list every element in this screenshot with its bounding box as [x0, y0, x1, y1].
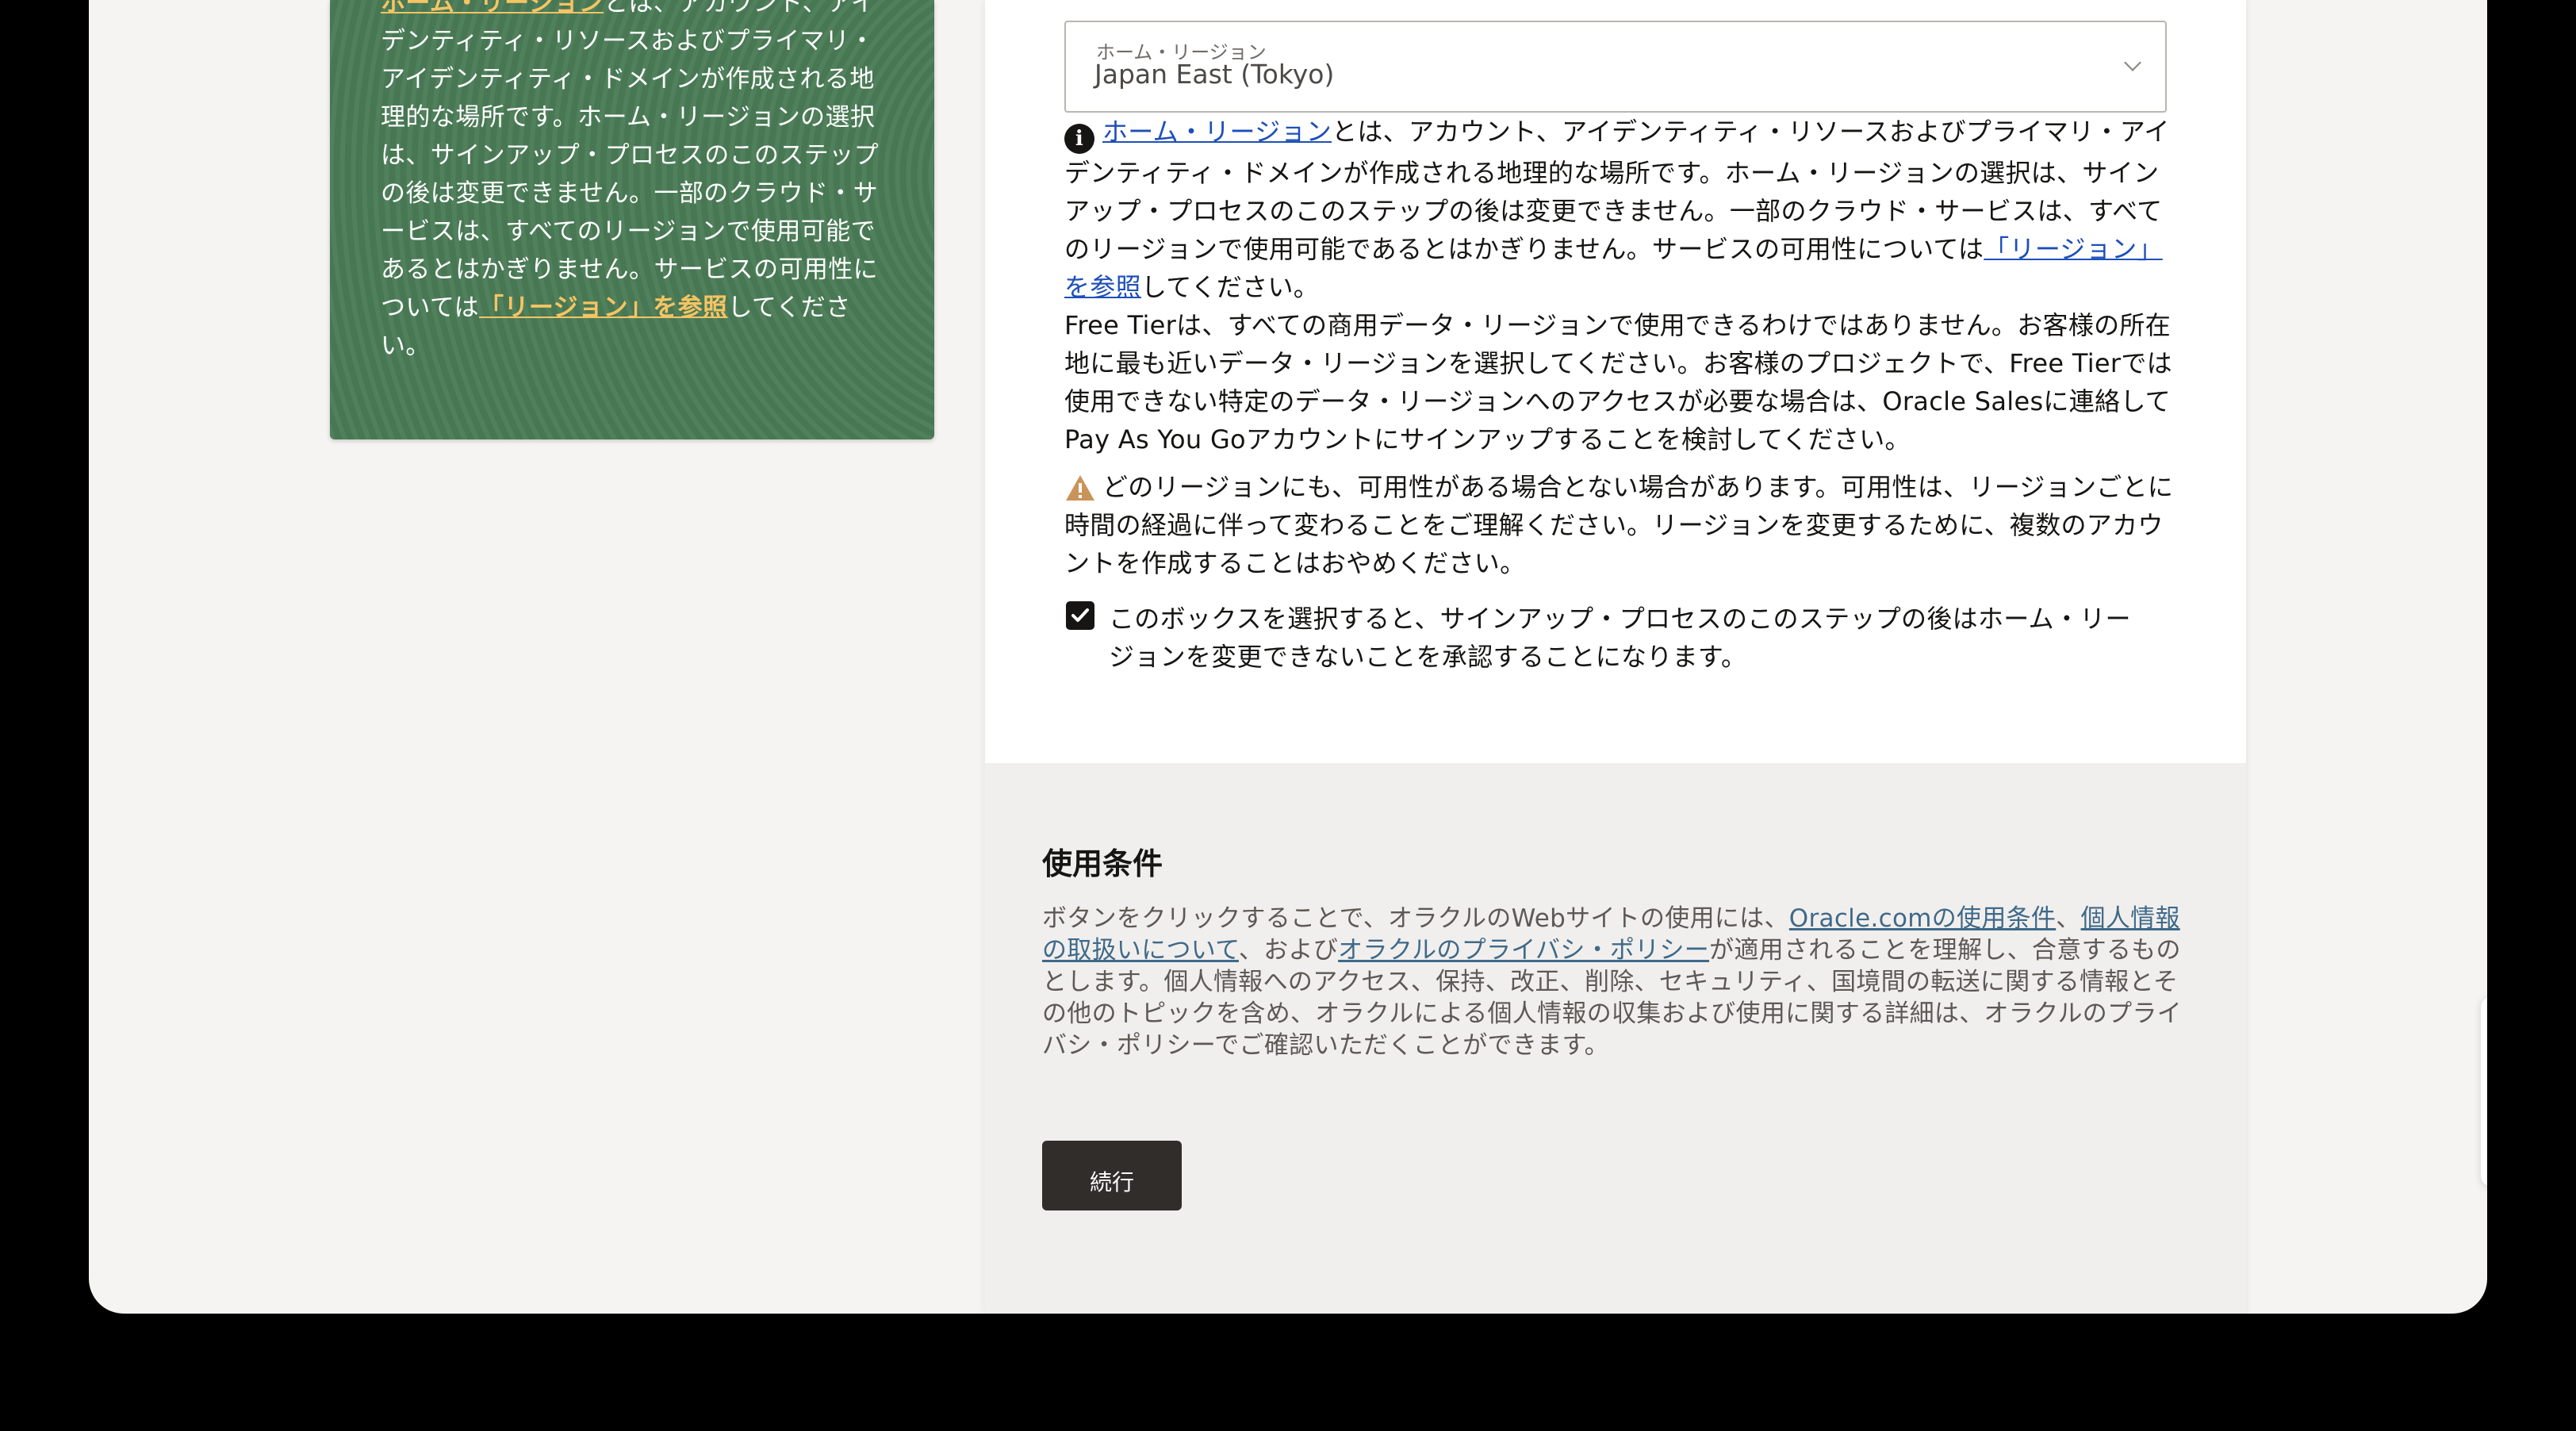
acknowledge-label: このボックスを選択すると、サインアップ・プロセスのこのステップの後はホーム・リー… — [1109, 604, 2131, 672]
free-tier-text: Free Tierは、すべての商用データ・リージョンで使用できるわけではありませ… — [1064, 310, 2172, 455]
info-text-end: してください。 — [1140, 272, 1320, 302]
panel-text: ホーム・リージョンとは、アカウント、アイデンティティ・リソースおよびプライマリ・… — [381, 0, 891, 365]
acknowledge-checkbox[interactable] — [1066, 601, 1094, 630]
privacy-policy-link[interactable]: オラクルのプライバシ・ポリシー — [1338, 936, 1709, 965]
panel-home-region-link[interactable]: ホーム・リージョン — [381, 0, 604, 17]
contact-widget — [2481, 996, 2487, 1187]
info-icon: i — [1064, 124, 1094, 154]
terms-sep-1: 、 — [2056, 904, 2081, 933]
region-warning: どのリージョンにも、可用性がある場合とない場合があります。可用性は、リージョンご… — [1064, 468, 2175, 582]
browser-window: ホーム・リージョンとは、アカウント、アイデンティティ・リソースおよびプライマリ・… — [89, 0, 2487, 1314]
home-region-info-panel: ホーム・リージョンとは、アカウント、アイデンティティ・リソースおよびプライマリ・… — [330, 0, 934, 439]
warning-icon — [1066, 475, 1094, 501]
checkmark-icon — [1071, 608, 1089, 622]
terms-of-use-link[interactable]: Oracle.comの使用条件 — [1789, 904, 2056, 933]
home-region-info: i ホーム・リージョンとは、アカウント、アイデンティティ・リソースおよびプライマリ… — [1064, 113, 2175, 458]
terms-text-start: ボタンをクリックすることで、オラクルのWebサイトの使用には、 — [1042, 904, 1789, 933]
terms-section: 使用条件 ボタンをクリックすることで、オラクルのWebサイトの使用には、Orac… — [985, 763, 2246, 1314]
home-region-select[interactable]: ホーム・リージョン Japan East (Tokyo) — [1064, 21, 2167, 113]
terms-title: 使用条件 — [1042, 846, 1163, 881]
continue-button[interactable]: 続行 — [1042, 1141, 1182, 1210]
info-home-region-link[interactable]: ホーム・リージョン — [1102, 117, 1332, 147]
warning-text: どのリージョンにも、可用性がある場合とない場合があります。可用性は、リージョンご… — [1064, 472, 2174, 578]
chevron-down-icon — [2124, 54, 2141, 71]
panel-text-body: とは、アカウント、アイデンティティ・リソースおよびプライマリ・アイデンティティ・… — [381, 0, 879, 322]
signup-card: ホーム・リージョン Japan East (Tokyo) i ホーム・リージョンと… — [985, 0, 2246, 1314]
home-region-select-value: Japan East (Tokyo) — [1094, 59, 1335, 90]
panel-regions-link[interactable]: 「リージョン」を参照 — [479, 293, 727, 322]
terms-text: ボタンをクリックすることで、オラクルのWebサイトの使用には、Oracle.co… — [1042, 903, 2184, 1061]
terms-sep-2: 、および — [1238, 936, 1339, 965]
